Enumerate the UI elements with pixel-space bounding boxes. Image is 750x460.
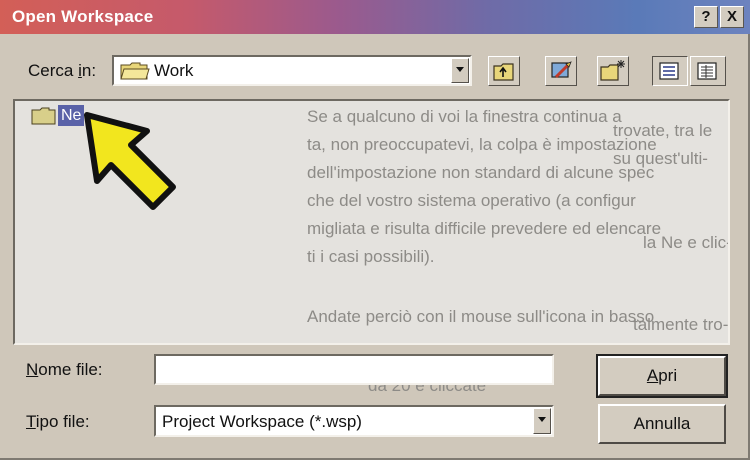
look-in-label: Cerca in: (28, 61, 97, 80)
background-text-line: Se a qualcuno di voi la finestra continu… (307, 107, 622, 126)
background-text-line: Andate perciò con il mouse sull'icona in… (307, 307, 655, 326)
filetype-dropdown[interactable]: Project Workspace (*.wsp) (154, 405, 554, 437)
desktop-icon (551, 61, 572, 79)
background-text-line: talmente tro- (633, 315, 729, 334)
close-button[interactable]: X (720, 6, 744, 28)
new-folder-button[interactable] (597, 56, 629, 86)
filename-input[interactable] (154, 354, 554, 385)
background-text-line: che del vostro sistema operativo (a conf… (307, 191, 636, 210)
look-in-value: Work (154, 61, 194, 80)
background-text-line: dell'impostazione non standard di alcune… (307, 163, 655, 182)
filetype-value: Project Workspace (*.wsp) (162, 412, 362, 431)
details-view-icon (697, 62, 717, 80)
pointer-arrow-icon (84, 112, 176, 210)
new-folder-icon (600, 60, 625, 81)
details-view-button[interactable] (690, 56, 726, 86)
help-button[interactable]: ? (694, 6, 718, 28)
background-text-line: ti i casi possibili). (307, 247, 435, 266)
background-text-line: ta, non preoccupatevi, la colpa è impost… (307, 135, 657, 154)
chevron-down-icon[interactable] (533, 408, 551, 434)
cancel-button[interactable]: Annulla (598, 404, 726, 444)
background-text-line: la Ne e clic- (643, 233, 730, 252)
background-text-line: migliata e risulta difficile prevedere e… (307, 219, 662, 238)
file-list[interactable]: Ne Se a qualcuno di voi la finestra cont… (13, 99, 730, 345)
list-view-button[interactable] (652, 56, 688, 86)
folder-icon (120, 62, 150, 80)
open-button[interactable]: Apri (596, 354, 728, 398)
background-text-line: trovate, tra le (613, 121, 713, 140)
window-title: Open Workspace (12, 7, 154, 26)
up-folder-button[interactable] (488, 56, 520, 86)
filetype-label: Tipo file: (26, 412, 90, 431)
chevron-down-icon[interactable] (451, 58, 469, 83)
title-bar[interactable]: Open Workspace ? X (0, 0, 750, 34)
list-view-icon (659, 62, 679, 80)
look-in-dropdown[interactable]: Work (112, 55, 472, 86)
background-text-line: su quest'ulti- (613, 149, 708, 168)
desktop-button[interactable] (545, 56, 577, 86)
open-workspace-dialog: Open Workspace ? X Cerca in: Work Ne Se … (0, 0, 750, 460)
folder-icon (31, 107, 56, 125)
up-folder-icon (493, 63, 514, 81)
filename-label: Nome file: (26, 360, 103, 379)
